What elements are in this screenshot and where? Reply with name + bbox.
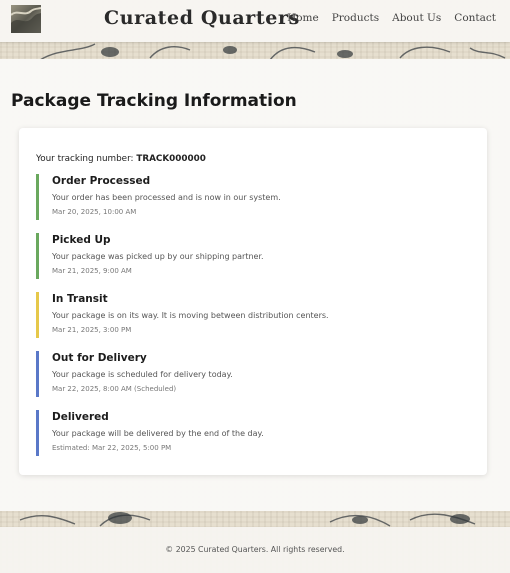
step-timestamp: Estimated: Mar 22, 2025, 5:00 PM — [52, 444, 172, 452]
tracking-number-row: Your tracking number: TRACK000000 — [36, 154, 206, 164]
site-footer: © 2025 Curated Quarters. All rights rese… — [0, 527, 510, 573]
step-title: Picked Up — [52, 234, 111, 246]
main-nav: Home Products About Us Contact — [287, 12, 496, 24]
page-title: Package Tracking Information — [11, 91, 297, 111]
nav-contact[interactable]: Contact — [454, 12, 496, 24]
step-timestamp: Mar 22, 2025, 8:00 AM (Scheduled) — [52, 385, 177, 393]
copyright-text: © 2025 Curated Quarters. All rights rese… — [165, 545, 345, 554]
step-title: In Transit — [52, 293, 108, 305]
tracking-number: TRACK000000 — [136, 154, 206, 164]
step-title: Order Processed — [52, 175, 151, 187]
landscape-logo-icon[interactable] — [11, 5, 41, 33]
step-timestamp: Mar 21, 2025, 3:00 PM — [52, 326, 132, 334]
nav-about-us[interactable]: About Us — [392, 12, 441, 24]
step-description: Your package is scheduled for delivery t… — [52, 370, 233, 379]
timeline-step: Out for Delivery Your package is schedul… — [36, 351, 456, 397]
step-description: Your order has been processed and is now… — [52, 193, 281, 202]
step-description: Your package will be delivered by the en… — [52, 429, 264, 438]
nav-home[interactable]: Home — [287, 12, 319, 24]
step-timestamp: Mar 21, 2025, 9:00 AM — [52, 267, 132, 275]
tracking-card: Your tracking number: TRACK000000 Order … — [19, 128, 487, 475]
step-description: Your package was picked up by our shippi… — [52, 252, 264, 261]
timeline-step: Delivered Your package will be delivered… — [36, 410, 456, 456]
tracking-label: Your tracking number: — [36, 154, 134, 164]
site-header: Curated Quarters Home Products About Us … — [0, 0, 510, 42]
timeline-step: In Transit Your package is on its way. I… — [36, 292, 456, 338]
nav-products[interactable]: Products — [332, 12, 379, 24]
step-description: Your package is on its way. It is moving… — [52, 311, 329, 320]
timeline-step: Order Processed Your order has been proc… — [36, 174, 456, 220]
step-title: Delivered — [52, 411, 109, 423]
step-timestamp: Mar 20, 2025, 10:00 AM — [52, 208, 137, 216]
brand-title[interactable]: Curated Quarters — [104, 7, 300, 29]
step-title: Out for Delivery — [52, 352, 147, 364]
timeline-step: Picked Up Your package was picked up by … — [36, 233, 456, 279]
main-content: Package Tracking Information Your tracki… — [0, 59, 510, 511]
